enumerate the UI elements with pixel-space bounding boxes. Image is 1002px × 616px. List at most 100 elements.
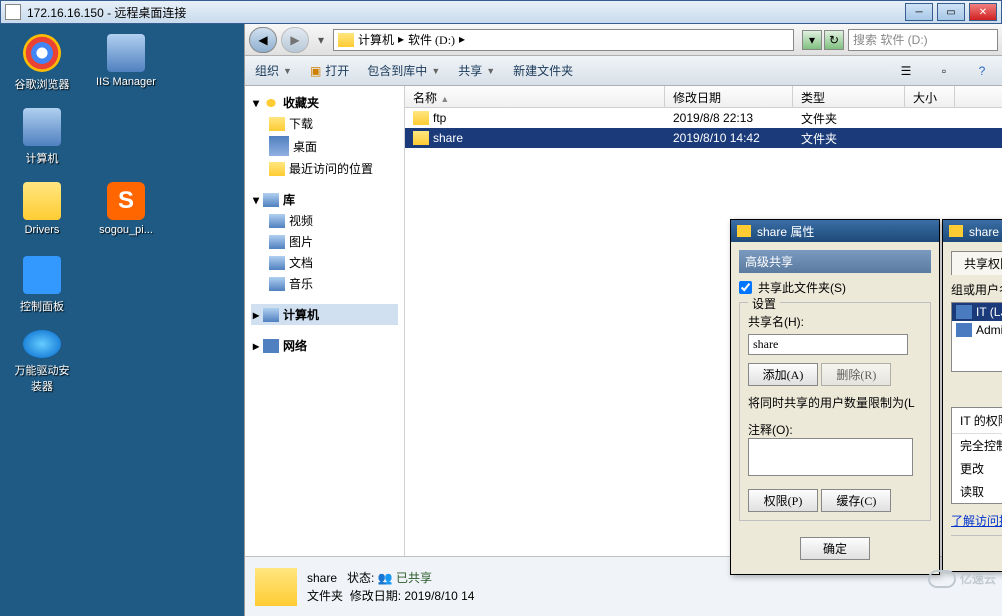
close-button[interactable]: ✕ bbox=[969, 3, 997, 21]
user-row-it[interactable]: IT (LJQ\IT) bbox=[952, 303, 1002, 321]
limit-label: 将同时共享的用户数量限制为(L bbox=[748, 394, 922, 411]
col-size[interactable]: 大小 bbox=[905, 86, 955, 107]
user-list[interactable]: IT (LJQ\IT) Administrators (LJQ\Administ… bbox=[951, 302, 1002, 372]
view-options-button[interactable]: ☰ bbox=[896, 61, 916, 81]
maximize-button[interactable]: ▭ bbox=[937, 3, 965, 21]
status-state-label: 状态: bbox=[347, 571, 374, 585]
rdp-icon bbox=[5, 4, 21, 20]
col-date[interactable]: 修改日期 bbox=[665, 86, 793, 107]
add-share-button[interactable]: 添加(A) bbox=[748, 363, 818, 386]
share-checkbox-input[interactable] bbox=[739, 281, 752, 294]
file-row-share[interactable]: share 2019/8/10 14:42 文件夹 bbox=[405, 128, 1002, 148]
status-state-value: 已共享 bbox=[396, 571, 432, 585]
cache-button[interactable]: 缓存(C) bbox=[821, 489, 891, 512]
user-row-administrators[interactable]: Administrators (LJQ\Administrators) bbox=[952, 321, 1002, 339]
group-user-label: 组或用户名(G): bbox=[951, 281, 1002, 298]
tree-desktop[interactable]: 桌面 bbox=[251, 134, 398, 158]
comment-label: 注释(O): bbox=[748, 421, 922, 438]
share-name-input[interactable] bbox=[748, 334, 908, 355]
desktop-icon-sogou[interactable]: Ssogou_pi... bbox=[94, 182, 158, 246]
search-placeholder: 搜索 软件 (D:) bbox=[853, 31, 928, 48]
perm-dialog-title-bar[interactable]: share 的权限 bbox=[943, 220, 1002, 242]
status-type: 文件夹 bbox=[307, 589, 343, 603]
toolbar-new-folder[interactable]: 新建文件夹 bbox=[513, 62, 573, 79]
nav-history-dropdown[interactable]: ▾ bbox=[313, 31, 329, 49]
preview-pane-button[interactable]: ▫ bbox=[934, 61, 954, 81]
learn-more-link[interactable]: 了解访问控制和权限 bbox=[951, 512, 1002, 529]
desktop-icon-iis[interactable]: IIS Manager bbox=[94, 34, 158, 98]
explorer-address-bar: ◀ ▶ ▾ 计算机 ▸ 软件 (D:) ▸ ▾ ↻ 搜索 软件 (D:) bbox=[245, 24, 1002, 56]
adv-dialog-title: share 属性 bbox=[757, 223, 814, 240]
remote-desktop[interactable]: 谷歌浏览器 IIS Manager 计算机 Drivers Ssogou_pi.… bbox=[0, 24, 244, 616]
perm-row-full-control: 完全控制 bbox=[952, 434, 1002, 457]
help-button[interactable]: ? bbox=[972, 61, 992, 81]
rdp-title-bar: 172.16.16.150 - 远程桌面连接 ─ ▭ ✕ bbox=[0, 0, 1002, 24]
explorer-window: ◀ ▶ ▾ 计算机 ▸ 软件 (D:) ▸ ▾ ↻ 搜索 软件 (D:) 组织▼… bbox=[244, 24, 1002, 616]
perm-row-change: 更改 bbox=[952, 457, 1002, 480]
permissions-dialog: share 的权限 共享权限 组或用户名(G): IT (LJQ\IT) Adm… bbox=[942, 219, 1002, 572]
tree-computer[interactable]: ▸计算机 bbox=[251, 304, 398, 325]
remove-share-button[interactable]: 删除(R) bbox=[821, 363, 891, 386]
tree-favorites[interactable]: ▾收藏夹 bbox=[251, 92, 398, 113]
address-box[interactable]: 计算机 ▸ 软件 (D:) ▸ bbox=[333, 29, 794, 51]
folder-icon bbox=[949, 225, 963, 237]
desktop-icon-control-panel[interactable]: 控制面板 bbox=[10, 256, 74, 320]
column-headers: 名称 ▲ 修改日期 类型 大小 bbox=[405, 86, 1002, 108]
explorer-toolbar: 组织▼ ▣打开 包含到库中▼ 共享▼ 新建文件夹 ☰ ▫ ? bbox=[245, 56, 1002, 86]
folder-icon bbox=[737, 225, 751, 237]
tree-libraries[interactable]: ▾库 bbox=[251, 189, 398, 210]
perm-row-read: 读取 bbox=[952, 480, 1002, 503]
rdp-title: 172.16.16.150 - 远程桌面连接 bbox=[27, 4, 905, 21]
minimize-button[interactable]: ─ bbox=[905, 3, 933, 21]
tree-videos[interactable]: 视频 bbox=[251, 210, 398, 231]
perm-dialog-title: share 的权限 bbox=[969, 223, 1002, 240]
folder-icon bbox=[413, 111, 429, 125]
group-icon bbox=[956, 305, 972, 319]
share-checkbox[interactable]: 共享此文件夹(S) bbox=[739, 279, 931, 296]
perm-tab-share[interactable]: 共享权限 bbox=[951, 251, 1002, 275]
status-date-label: 修改日期: bbox=[350, 589, 401, 603]
window-buttons: ─ ▭ ✕ bbox=[905, 3, 997, 21]
toolbar-include-lib[interactable]: 包含到库中▼ bbox=[367, 62, 440, 79]
search-box[interactable]: 搜索 软件 (D:) bbox=[848, 29, 998, 51]
breadcrumb-segment-drive[interactable]: 软件 (D:) bbox=[408, 31, 455, 48]
explorer-tree[interactable]: ▾收藏夹 下载 桌面 最近访问的位置 ▾库 视频 图片 文档 音乐 ▸计算机 ▸… bbox=[245, 86, 405, 556]
tree-network[interactable]: ▸网络 bbox=[251, 335, 398, 356]
toolbar-open[interactable]: ▣打开 bbox=[310, 62, 349, 79]
advanced-sharing-dialog: share 属性 高级共享 共享此文件夹(S) 设置 共享名(H): 添加(A)… bbox=[730, 219, 940, 575]
adv-sub-title: 高级共享 bbox=[739, 250, 931, 273]
desktop-icon-driver-pack[interactable]: 万能驱动安装器 bbox=[10, 330, 74, 394]
address-dropdown[interactable]: ▾ bbox=[802, 30, 822, 50]
desktop-icon-drivers[interactable]: Drivers bbox=[10, 182, 74, 246]
toolbar-organize[interactable]: 组织▼ bbox=[255, 62, 292, 79]
refresh-button[interactable]: ↻ bbox=[824, 30, 844, 50]
status-date-value: 2019/8/10 14 bbox=[404, 589, 474, 603]
folder-icon bbox=[413, 131, 429, 145]
tree-recent[interactable]: 最近访问的位置 bbox=[251, 158, 398, 179]
cloud-icon bbox=[928, 570, 956, 588]
desktop-icon-computer[interactable]: 计算机 bbox=[10, 108, 74, 172]
settings-group: 设置 共享名(H): 添加(A) 删除(R) 将同时共享的用户数量限制为(L 注… bbox=[739, 302, 931, 521]
tree-documents[interactable]: 文档 bbox=[251, 252, 398, 273]
nav-forward-button[interactable]: ▶ bbox=[281, 27, 309, 53]
watermark: 亿速云 bbox=[928, 570, 996, 588]
status-name: share bbox=[307, 571, 337, 585]
desktop-icon-chrome[interactable]: 谷歌浏览器 bbox=[10, 34, 74, 98]
nav-back-button[interactable]: ◀ bbox=[249, 27, 277, 53]
folder-icon bbox=[338, 33, 354, 47]
adv-ok-button[interactable]: 确定 bbox=[800, 537, 870, 560]
toolbar-share[interactable]: 共享▼ bbox=[458, 62, 495, 79]
group-icon bbox=[956, 323, 972, 337]
breadcrumb-segment-computer[interactable]: 计算机 bbox=[358, 31, 394, 48]
permissions-button[interactable]: 权限(P) bbox=[748, 489, 818, 512]
col-name[interactable]: 名称 ▲ bbox=[405, 86, 665, 107]
adv-dialog-title-bar[interactable]: share 属性 bbox=[731, 220, 939, 242]
tree-music[interactable]: 音乐 bbox=[251, 273, 398, 294]
tree-downloads[interactable]: 下载 bbox=[251, 113, 398, 134]
file-row-ftp[interactable]: ftp 2019/8/8 22:13 文件夹 bbox=[405, 108, 1002, 128]
share-name-label: 共享名(H): bbox=[748, 313, 922, 330]
tree-pictures[interactable]: 图片 bbox=[251, 231, 398, 252]
col-type[interactable]: 类型 bbox=[793, 86, 905, 107]
comment-textarea[interactable] bbox=[748, 438, 913, 476]
perm-for-label: IT 的权限(P) bbox=[960, 412, 1002, 429]
